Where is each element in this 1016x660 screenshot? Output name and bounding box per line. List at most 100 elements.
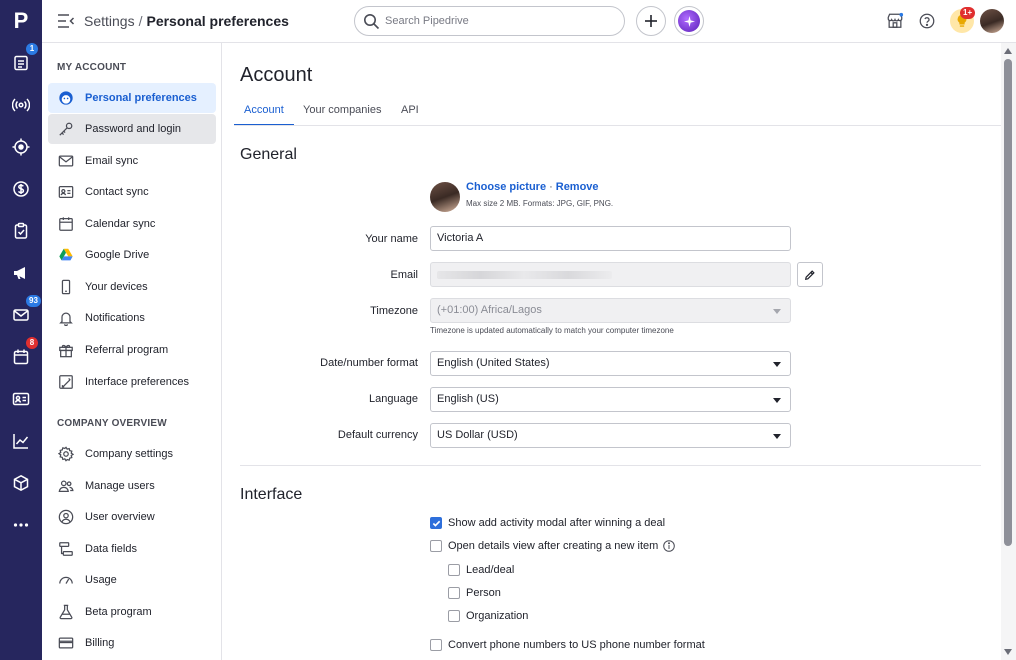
calendar-icon[interactable] <box>11 347 31 367</box>
ai-assistant-button[interactable] <box>674 6 704 36</box>
chevron-down-icon <box>773 309 781 314</box>
sidebar-item-usage[interactable]: Usage <box>48 565 216 595</box>
google-drive-icon <box>57 246 75 264</box>
user-avatar[interactable] <box>980 9 1004 33</box>
search-icon <box>363 13 380 30</box>
checkbox-person[interactable]: Person <box>448 587 501 599</box>
marketplace-icon[interactable] <box>885 11 905 31</box>
deals-icon[interactable] <box>11 53 31 73</box>
leads-broadcast-icon[interactable] <box>11 95 31 115</box>
language-select[interactable]: English (US) <box>430 387 791 412</box>
pipedrive-logo[interactable]: P <box>9 8 33 34</box>
flask-icon <box>57 603 75 621</box>
key-icon <box>57 120 75 138</box>
main-content: Account Account Your companies API Gener… <box>222 43 1001 660</box>
calendar-icon <box>57 215 75 233</box>
profile-picture <box>430 182 460 212</box>
breadcrumb: Settings / Personal preferences <box>84 13 289 29</box>
insights-chart-icon[interactable] <box>11 431 31 451</box>
scrollbar-thumb[interactable] <box>1004 59 1012 546</box>
page-title: Account <box>240 64 313 86</box>
breadcrumb-separator: / <box>138 13 143 29</box>
contact-card-icon <box>57 183 75 201</box>
tab-api[interactable]: API <box>391 101 429 126</box>
remove-picture-link[interactable]: Remove <box>556 181 599 193</box>
email-value-redacted <box>437 271 612 279</box>
sidebar-item-contact-sync[interactable]: Contact sync <box>48 177 216 207</box>
products-box-icon[interactable] <box>11 473 31 493</box>
global-search[interactable] <box>354 6 625 36</box>
gift-icon <box>57 341 75 359</box>
sidebar-item-your-devices[interactable]: Your devices <box>48 272 216 302</box>
checkbox-unchecked[interactable] <box>448 564 460 576</box>
mobile-device-icon <box>57 278 75 296</box>
activities-clipboard-icon[interactable] <box>11 221 31 241</box>
data-fields-icon <box>57 540 75 558</box>
plus-icon <box>645 15 657 27</box>
checkbox-checked[interactable] <box>430 517 442 529</box>
sidebar-item-google-drive[interactable]: Google Drive <box>48 240 216 270</box>
credit-card-icon <box>57 634 75 652</box>
breadcrumb-settings-link[interactable]: Settings <box>84 13 135 29</box>
sidebar-item-interface-preferences[interactable]: Interface preferences <box>48 367 216 397</box>
sidebar-item-company-settings[interactable]: Company settings <box>48 439 216 469</box>
sidebar-item-data-fields[interactable]: Data fields <box>48 534 216 564</box>
user-circle-icon <box>57 508 75 526</box>
checkmark-icon <box>432 520 440 527</box>
sidebar-item-email-sync[interactable]: Email sync <box>48 146 216 176</box>
info-icon[interactable] <box>663 540 676 552</box>
more-ellipsis-icon[interactable] <box>11 515 31 535</box>
mail-icon[interactable] <box>11 305 31 325</box>
tab-account[interactable]: Account <box>234 101 294 126</box>
checkbox-unchecked[interactable] <box>430 639 442 651</box>
choose-picture-link[interactable]: Choose picture <box>466 181 546 193</box>
timezone-label: Timezone <box>370 305 418 317</box>
megaphone-icon[interactable] <box>11 263 31 283</box>
sidebar-item-user-overview[interactable]: User overview <box>48 502 216 532</box>
contacts-card-icon[interactable] <box>11 389 31 409</box>
sidebar-item-billing[interactable]: Billing <box>48 628 216 658</box>
date-format-select[interactable]: English (United States) <box>430 351 791 376</box>
sidebar-item-referral-program[interactable]: Referral program <box>48 335 216 365</box>
sidebar-item-beta-program[interactable]: Beta program <box>48 597 216 627</box>
picture-hint: Max size 2 MB. Formats: JPG, GIF, PNG. <box>466 199 614 208</box>
checkbox-organization[interactable]: Organization <box>448 610 528 622</box>
sidebar-item-password-and-login[interactable]: Password and login <box>48 114 216 144</box>
edit-email-button[interactable] <box>797 262 823 287</box>
checkbox-activity-modal[interactable]: Show add activity modal after winning a … <box>430 517 665 529</box>
settings-sidebar: MY ACCOUNT Personal preferences Password… <box>42 43 222 660</box>
quick-add-button[interactable] <box>636 6 666 36</box>
search-input[interactable] <box>385 12 615 30</box>
checkbox-unchecked[interactable] <box>448 587 460 599</box>
checkbox-lead-deal[interactable]: Lead/deal <box>448 564 514 576</box>
gauge-icon <box>57 571 75 589</box>
checkbox-unchecked[interactable] <box>430 540 442 552</box>
collapse-menu-icon[interactable] <box>57 13 75 29</box>
sidebar-item-calendar-sync[interactable]: Calendar sync <box>48 209 216 239</box>
checkbox-unchecked[interactable] <box>448 610 460 622</box>
checkbox-open-details[interactable]: Open details view after creating a new i… <box>430 540 676 552</box>
dollar-icon[interactable] <box>11 179 31 199</box>
name-field[interactable]: Victoria A <box>430 226 791 251</box>
email-label: Email <box>390 269 418 281</box>
email-field <box>430 262 791 287</box>
help-icon[interactable] <box>917 11 937 31</box>
target-icon[interactable] <box>11 137 31 157</box>
top-bar: Settings/Personal preferences 1+ <box>42 0 1016 43</box>
section-divider <box>240 465 981 466</box>
deals-badge: 1 <box>26 43 38 55</box>
interface-heading: Interface <box>240 486 303 503</box>
sidebar-item-personal-preferences[interactable]: Personal preferences <box>48 83 216 113</box>
scroll-down-arrow-icon[interactable] <box>1004 649 1012 655</box>
interface-icon <box>57 373 75 391</box>
checkbox-us-phone-format[interactable]: Convert phone numbers to US phone number… <box>430 639 705 651</box>
vertical-scrollbar[interactable] <box>1001 43 1016 660</box>
scroll-up-arrow-icon[interactable] <box>1004 48 1012 54</box>
date-format-value: English (United States) <box>437 357 550 369</box>
my-account-heading: MY ACCOUNT <box>57 62 127 73</box>
sidebar-item-notifications[interactable]: Notifications <box>48 303 216 333</box>
currency-select[interactable]: US Dollar (USD) <box>430 423 791 448</box>
tab-your-companies[interactable]: Your companies <box>293 101 391 126</box>
smiley-icon <box>57 89 75 107</box>
sidebar-item-manage-users[interactable]: Manage users <box>48 471 216 501</box>
